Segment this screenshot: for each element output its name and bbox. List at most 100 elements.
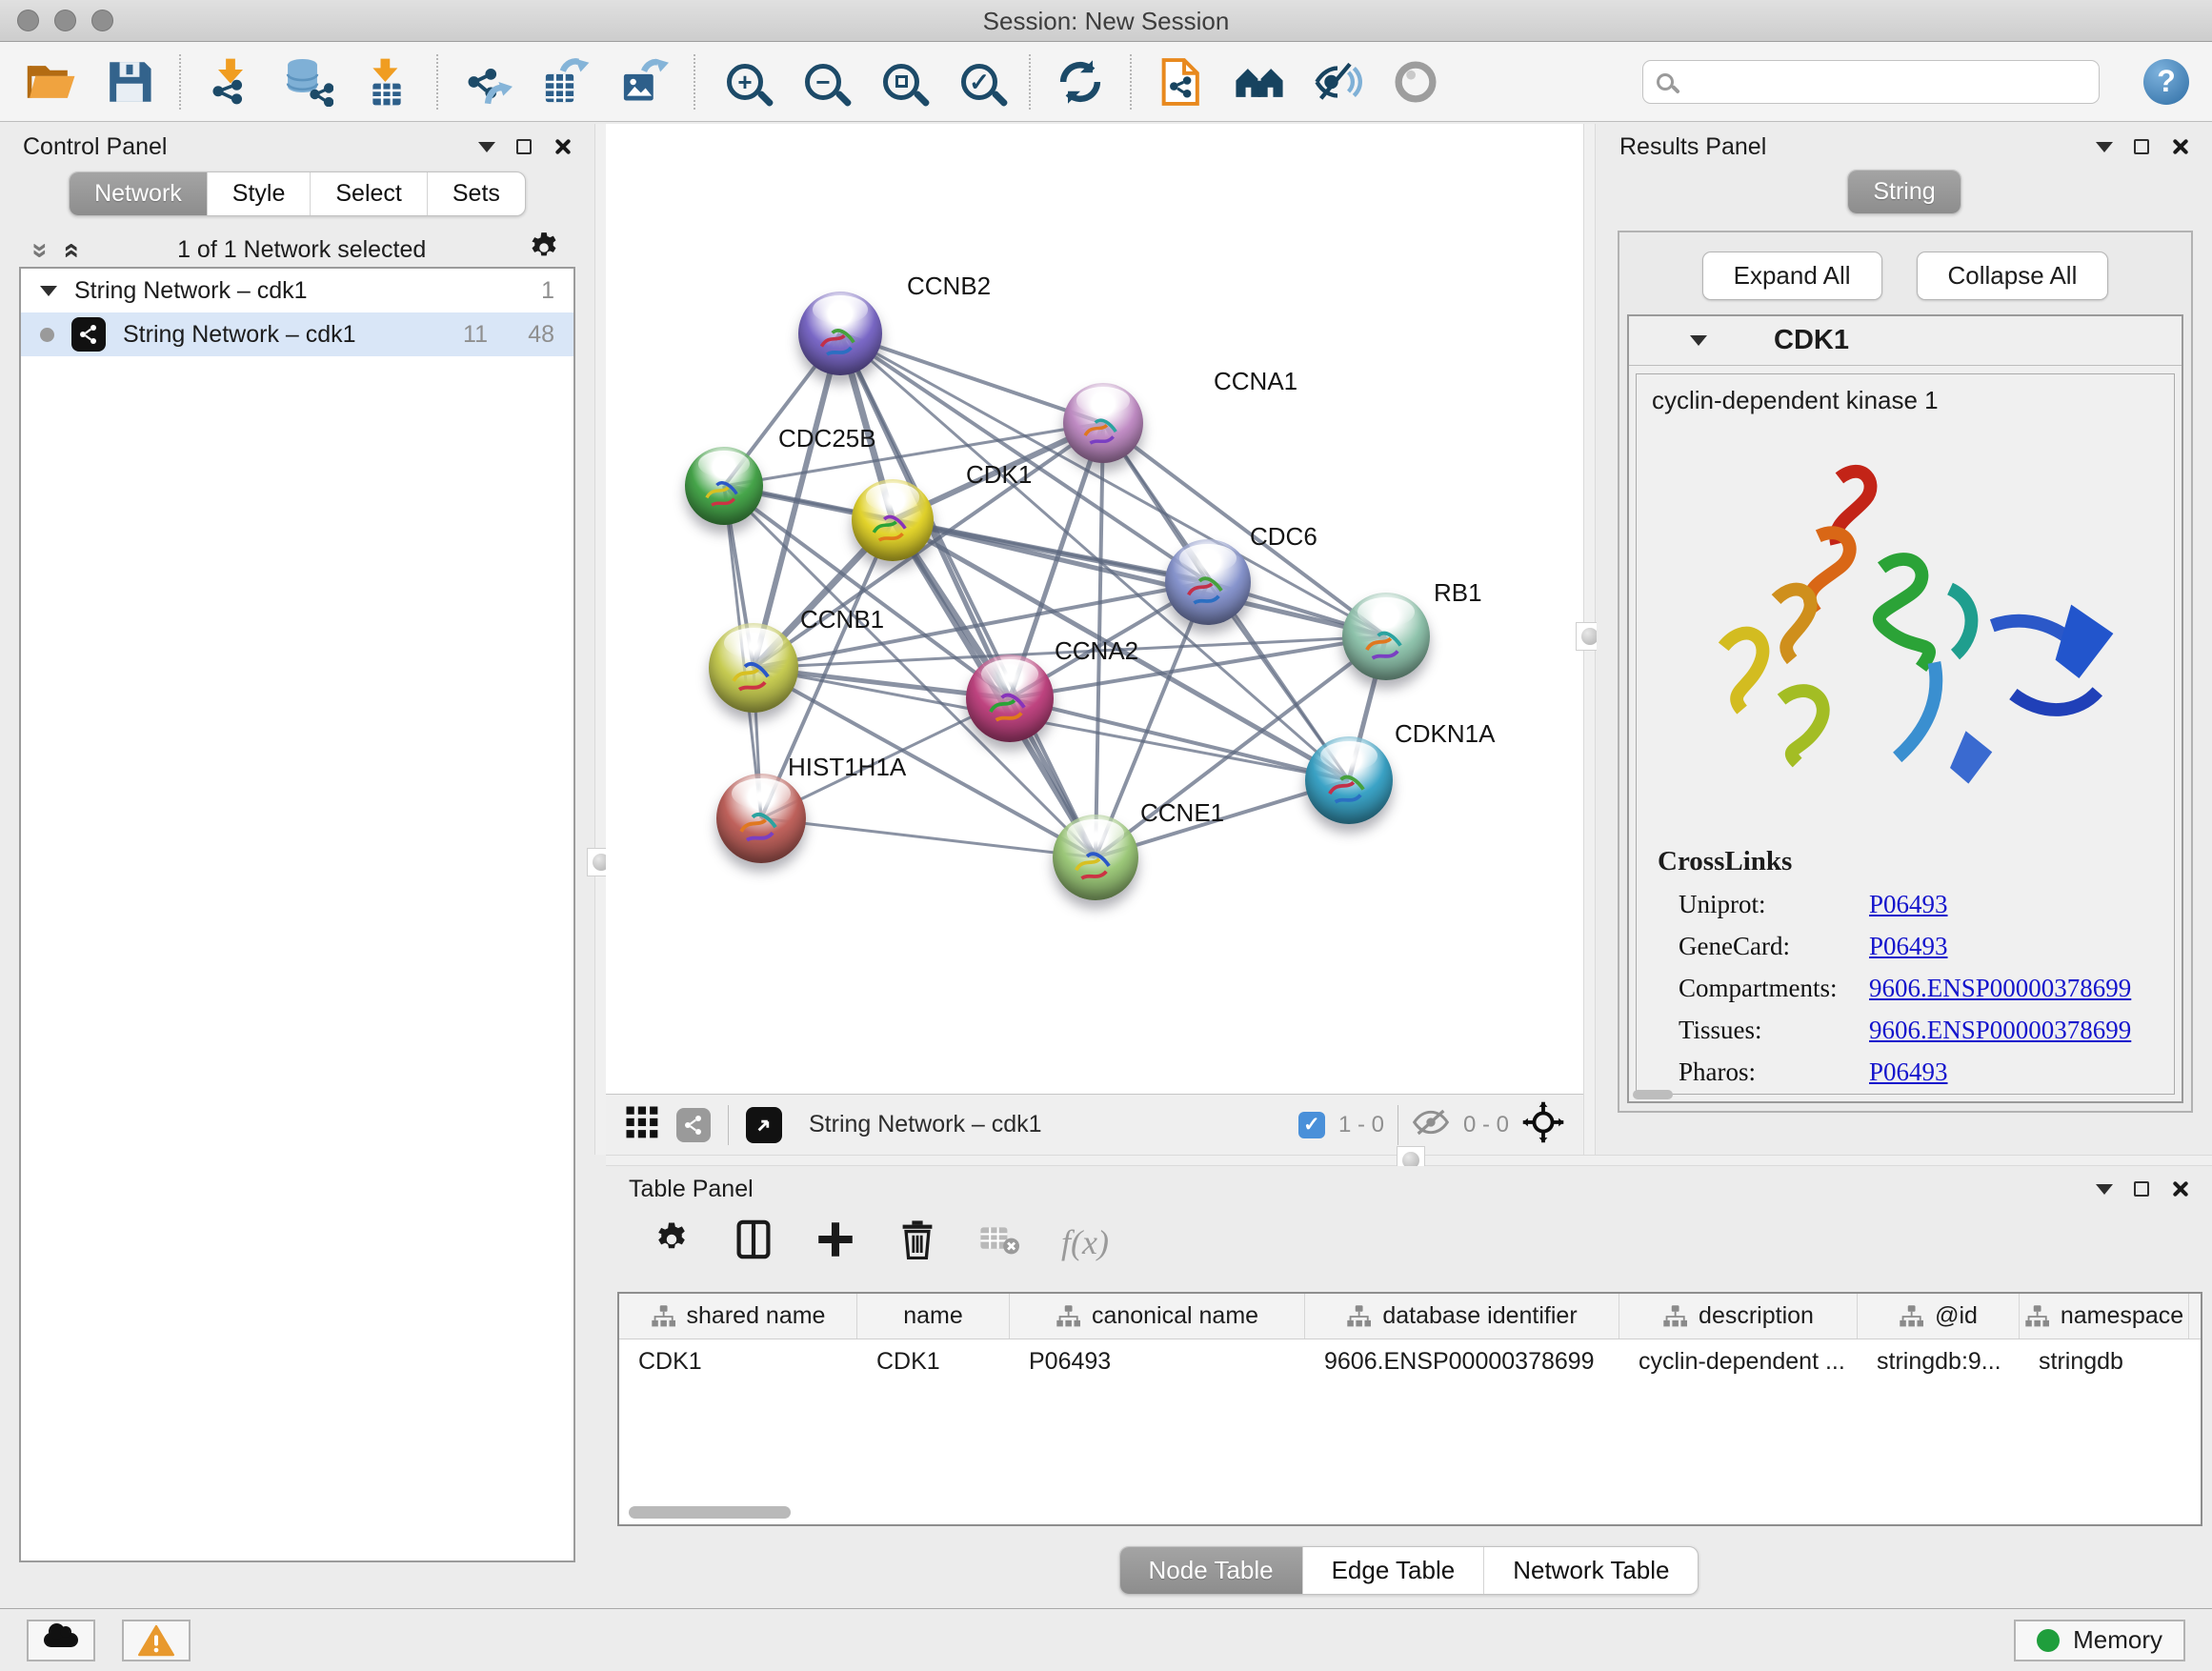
network-edge[interactable] xyxy=(840,333,1386,636)
gene-collapse-icon[interactable] xyxy=(1690,335,1707,346)
network-node-cdkn1a[interactable] xyxy=(1305,736,1393,824)
collection-expand-icon[interactable] xyxy=(40,286,57,296)
gene-entry-header[interactable]: CDK1 xyxy=(1629,316,2182,366)
string-home-icon[interactable] xyxy=(1231,52,1288,111)
help-button[interactable]: ? xyxy=(2143,59,2189,105)
network-node-cdc25b[interactable] xyxy=(685,447,763,525)
column-header-name[interactable]: name xyxy=(857,1294,1010,1339)
refresh-layout-icon[interactable] xyxy=(1052,52,1109,111)
column-header--id[interactable]: @id xyxy=(1858,1294,2020,1339)
hide-eye-icon[interactable] xyxy=(1309,52,1366,111)
crosslink-link[interactable]: P06493 xyxy=(1869,932,1948,961)
table-panel-float-icon[interactable] xyxy=(2096,1184,2113,1195)
tab-sets[interactable]: Sets xyxy=(427,172,525,215)
zoom-selected-icon[interactable]: ✓ xyxy=(951,52,1008,111)
column-header-database-identifier[interactable]: database identifier xyxy=(1305,1294,1619,1339)
grid-view-icon[interactable] xyxy=(625,1105,659,1144)
expand-all-button[interactable]: Expand All xyxy=(1702,252,1882,300)
table-cell[interactable]: CDK1 xyxy=(857,1348,1010,1376)
show-columns-icon[interactable] xyxy=(734,1219,774,1264)
column-header-namespace[interactable]: namespace xyxy=(2020,1294,2189,1339)
network-node-cdk1[interactable] xyxy=(852,479,934,561)
share-document-icon[interactable] xyxy=(1153,52,1210,111)
column-header-canonical-name[interactable]: canonical name xyxy=(1010,1294,1305,1339)
import-table-file-icon[interactable] xyxy=(358,52,415,111)
tab-network[interactable]: Network xyxy=(70,172,207,215)
results-scrollbar[interactable] xyxy=(1633,1090,1673,1099)
add-column-icon[interactable] xyxy=(815,1219,855,1264)
zoom-out-icon[interactable]: − xyxy=(794,52,852,111)
table-cell[interactable]: CDK1 xyxy=(619,1348,857,1376)
crosslink-link[interactable]: P06493 xyxy=(1869,1057,1948,1087)
tab-network-table[interactable]: Network Table xyxy=(1483,1547,1698,1594)
import-network-file-icon[interactable] xyxy=(202,52,259,111)
selected-counts: 1 - 0 xyxy=(1338,1112,1384,1138)
network-edges[interactable] xyxy=(606,124,1583,1094)
table-cell[interactable]: cyclin-dependent ... xyxy=(1619,1348,1858,1376)
network-node-cdc6[interactable] xyxy=(1165,539,1251,625)
tab-string[interactable]: String xyxy=(1848,171,1960,213)
results-panel-float-icon[interactable] xyxy=(2096,142,2113,152)
selected-checkbox-icon[interactable] xyxy=(1298,1112,1325,1138)
results-panel-close-icon[interactable] xyxy=(2170,137,2189,156)
network-node-rb1[interactable] xyxy=(1342,593,1430,680)
zoom-fit-icon[interactable] xyxy=(873,52,930,111)
tab-style[interactable]: Style xyxy=(207,172,311,215)
horizontal-splitter[interactable] xyxy=(606,1155,2212,1166)
column-header-description[interactable]: description xyxy=(1619,1294,1858,1339)
export-network-icon[interactable] xyxy=(459,52,516,111)
network-canvas[interactable]: CCNB2CCNA1CDC25BCDK1CDC6RB1CCNB1CCNA2CDK… xyxy=(606,124,1583,1094)
crosslink-link[interactable]: 9606.ENSP00000378699 xyxy=(1869,1016,2131,1045)
cloud-status-button[interactable] xyxy=(27,1620,95,1661)
detach-view-icon[interactable] xyxy=(746,1107,782,1143)
table-cell[interactable]: P06493 xyxy=(1010,1348,1305,1376)
network-options-gear-icon[interactable] xyxy=(526,230,562,271)
control-panel-float-icon[interactable] xyxy=(478,142,495,152)
search-box[interactable] xyxy=(1642,60,2100,104)
export-image-icon[interactable] xyxy=(615,52,673,111)
column-header-shared-name[interactable]: shared name xyxy=(619,1294,857,1339)
table-horizontal-scrollbar[interactable] xyxy=(629,1506,791,1519)
network-edge[interactable] xyxy=(761,818,1096,857)
crosslink-link[interactable]: 9606.ENSP00000378699 xyxy=(1869,974,2131,1003)
network-node-ccna1[interactable] xyxy=(1063,383,1143,463)
show-eye-icon[interactable] xyxy=(1387,52,1444,111)
network-collection-row[interactable]: String Network – cdk1 1 xyxy=(21,269,573,312)
import-network-database-icon[interactable] xyxy=(280,52,337,111)
search-input[interactable] xyxy=(1683,69,2085,95)
control-panel-maximize-icon[interactable] xyxy=(516,139,532,154)
tab-select[interactable]: Select xyxy=(310,172,426,215)
tab-node-table[interactable]: Node Table xyxy=(1120,1547,1302,1594)
results-panel-maximize-icon[interactable] xyxy=(2134,139,2149,154)
tab-edge-table[interactable]: Edge Table xyxy=(1302,1547,1484,1594)
network-badge-icon[interactable] xyxy=(676,1108,711,1142)
network-node-ccne1[interactable] xyxy=(1053,815,1138,900)
network-node-hist1h1a[interactable] xyxy=(716,774,806,863)
save-session-icon[interactable] xyxy=(101,52,158,111)
network-node-ccnb1[interactable] xyxy=(709,623,798,713)
zoom-in-icon[interactable]: + xyxy=(716,52,774,111)
table-cell[interactable]: 9606.ENSP00000378699 xyxy=(1305,1348,1619,1376)
delete-row-trash-icon[interactable] xyxy=(897,1219,937,1264)
open-session-icon[interactable] xyxy=(23,52,80,111)
collapse-all-button[interactable]: Collapse All xyxy=(1917,252,2109,300)
table-cell[interactable]: stringdb:9... xyxy=(1858,1348,2020,1376)
table-settings-gear-icon[interactable] xyxy=(652,1219,692,1264)
hidden-eye-icon[interactable] xyxy=(1412,1108,1450,1141)
table-row[interactable]: CDK1CDK1P064939606.ENSP00000378699cyclin… xyxy=(619,1339,2201,1383)
collapse-all-icon[interactable]: » xyxy=(26,242,54,258)
fit-content-crosshair-icon[interactable] xyxy=(1522,1101,1564,1148)
network-node-ccnb2[interactable] xyxy=(798,292,882,375)
export-table-icon[interactable] xyxy=(537,52,594,111)
network-row[interactable]: String Network – cdk1 11 48 xyxy=(21,312,573,356)
control-panel-close-icon[interactable] xyxy=(553,137,572,156)
warnings-button[interactable] xyxy=(122,1620,191,1661)
table-panel-close-icon[interactable] xyxy=(2170,1179,2189,1198)
table-panel-maximize-icon[interactable] xyxy=(2134,1181,2149,1197)
crosslink-link[interactable]: P06493 xyxy=(1869,890,1948,919)
expand-all-icon[interactable]: » xyxy=(55,242,84,258)
right-splitter[interactable] xyxy=(1583,124,1596,1155)
memory-button[interactable]: Memory xyxy=(2014,1620,2185,1661)
table-cell[interactable]: stringdb xyxy=(2020,1348,2189,1376)
network-node-ccna2[interactable] xyxy=(966,654,1054,742)
